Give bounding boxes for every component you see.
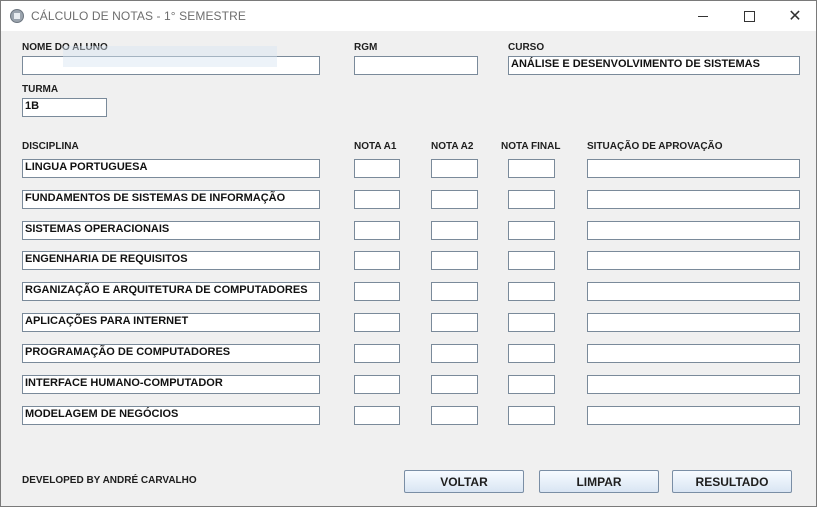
curso-label: CURSO — [508, 42, 545, 53]
situacao-field-4[interactable] — [587, 251, 800, 270]
minimize-button[interactable] — [680, 1, 726, 31]
nota-a2-field-8[interactable] — [431, 375, 478, 394]
nota-final-field-2[interactable] — [508, 190, 555, 209]
rgm-field[interactable] — [354, 56, 478, 75]
nota-a2-field-1[interactable] — [431, 159, 478, 178]
nota-a2-field-9[interactable] — [431, 406, 478, 425]
nota-final-field-3[interactable] — [508, 221, 555, 240]
nota-a1-field-6[interactable] — [354, 313, 400, 332]
rgm-label: RGM — [354, 42, 378, 53]
situacao-field-1[interactable] — [587, 159, 800, 178]
situacao-field-7[interactable] — [587, 344, 800, 363]
nota-final-field-8[interactable] — [508, 375, 555, 394]
nota-final-field-6[interactable] — [508, 313, 555, 332]
window-title: CÁLCULO DE NOTAS - 1° SEMESTRE — [31, 9, 246, 23]
nota-a1-field-4[interactable] — [354, 251, 400, 270]
nota-a1-field-7[interactable] — [354, 344, 400, 363]
curso-field[interactable]: ANÁLISE E DESENVOLVIMENTO DE SISTEMAS — [508, 56, 800, 75]
title-bar[interactable]: CÁLCULO DE NOTAS - 1° SEMESTRE ✕ — [1, 1, 816, 31]
nota-a1-field-5[interactable] — [354, 282, 400, 301]
turma-field[interactable]: 1B — [22, 98, 107, 117]
disciplina-field-3[interactable]: SISTEMAS OPERACIONAIS — [22, 221, 320, 240]
nota-a2-field-6[interactable] — [431, 313, 478, 332]
disciplina-field-8[interactable]: INTERFACE HUMANO-COMPUTADOR — [22, 375, 320, 394]
nota-a1-field-8[interactable] — [354, 375, 400, 394]
nota-a1-field-1[interactable] — [354, 159, 400, 178]
nota-a1-field-9[interactable] — [354, 406, 400, 425]
disciplina-field-9[interactable]: MODELAGEM DE NEGÓCIOS — [22, 406, 320, 425]
nota-a1-header: NOTA A1 — [354, 141, 397, 152]
nota-final-field-5[interactable] — [508, 282, 555, 301]
voltar-button[interactable]: VOLTAR — [404, 470, 524, 493]
limpar-button[interactable]: LIMPAR — [539, 470, 659, 493]
nota-final-field-4[interactable] — [508, 251, 555, 270]
nota-a2-field-7[interactable] — [431, 344, 478, 363]
nota-a1-field-3[interactable] — [354, 221, 400, 240]
disciplina-field-5[interactable]: RGANIZAÇÃO E ARQUITETURA DE COMPUTADORES — [22, 282, 320, 301]
situacao-field-5[interactable] — [587, 282, 800, 301]
situacao-field-6[interactable] — [587, 313, 800, 332]
maximize-icon — [743, 10, 755, 22]
disciplina-field-2[interactable]: FUNDAMENTOS DE SISTEMAS DE INFORMAÇÃO — [22, 190, 320, 209]
close-button[interactable]: ✕ — [772, 1, 818, 31]
developer-credit: DEVELOPED BY ANDRÉ CARVALHO — [22, 475, 197, 486]
nota-final-field-9[interactable] — [508, 406, 555, 425]
situacao-field-8[interactable] — [587, 375, 800, 394]
nota-a2-header: NOTA A2 — [431, 141, 474, 152]
window-capture-overlay — [63, 46, 277, 67]
nota-final-field-1[interactable] — [508, 159, 555, 178]
nota-a2-field-3[interactable] — [431, 221, 478, 240]
nota-a1-field-2[interactable] — [354, 190, 400, 209]
resultado-button[interactable]: RESULTADO — [672, 470, 792, 493]
disciplina-field-1[interactable]: LINGUA PORTUGUESA — [22, 159, 320, 178]
nota-final-header: NOTA FINAL — [501, 141, 561, 152]
situacao-field-9[interactable] — [587, 406, 800, 425]
app-window: CÁLCULO DE NOTAS - 1° SEMESTRE ✕ NOME DO… — [0, 0, 817, 507]
nota-final-field-7[interactable] — [508, 344, 555, 363]
disciplina-field-4[interactable]: ENGENHARIA DE REQUISITOS — [22, 251, 320, 270]
situacao-field-2[interactable] — [587, 190, 800, 209]
turma-label: TURMA — [22, 84, 59, 95]
nota-a2-field-5[interactable] — [431, 282, 478, 301]
disciplina-field-7[interactable]: PROGRAMAÇÃO DE COMPUTADORES — [22, 344, 320, 363]
close-icon: ✕ — [788, 6, 802, 25]
nota-a2-field-2[interactable] — [431, 190, 478, 209]
minimize-icon — [698, 15, 708, 17]
situacao-field-3[interactable] — [587, 221, 800, 240]
maximize-button[interactable] — [726, 1, 772, 31]
app-window-icon — [10, 9, 24, 23]
disciplina-header: DISCIPLINA — [22, 141, 79, 152]
disciplina-field-6[interactable]: APLICAÇÕES PARA INTERNET — [22, 313, 320, 332]
situacao-header: SITUAÇÃO DE APROVAÇÃO — [587, 141, 723, 152]
nota-a2-field-4[interactable] — [431, 251, 478, 270]
